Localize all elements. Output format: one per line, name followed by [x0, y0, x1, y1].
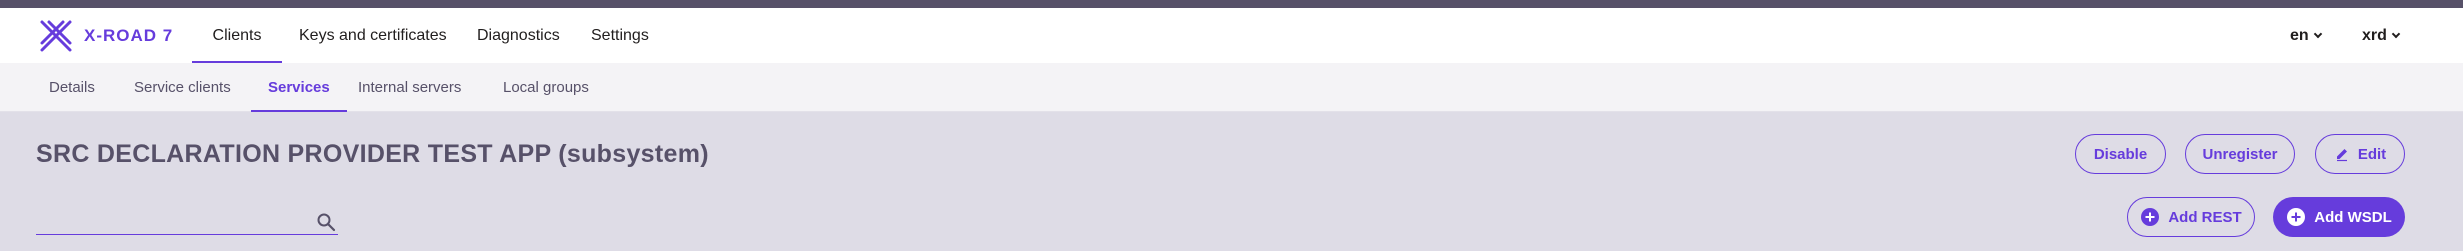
tab-settings[interactable]: Settings	[591, 8, 649, 63]
user-name: xrd	[2362, 27, 2387, 44]
search-input[interactable]	[36, 205, 306, 233]
add-rest-button-label: Add REST	[2168, 208, 2242, 226]
language-label: en	[2290, 27, 2309, 44]
chevron-down-icon	[2391, 29, 2401, 39]
subtab-services[interactable]: Services	[251, 63, 347, 112]
search-icon[interactable]	[316, 212, 336, 232]
xroad-logo[interactable]: X-ROAD 7	[38, 18, 173, 54]
language-selector[interactable]: en	[2290, 8, 2322, 63]
add-circle-icon	[2287, 208, 2306, 226]
edit-button[interactable]: Edit	[2315, 134, 2405, 174]
subtab-internal-servers[interactable]: Internal servers	[358, 63, 461, 112]
add-rest-button[interactable]: Add REST	[2127, 197, 2255, 237]
user-menu[interactable]: xrd	[2362, 8, 2401, 63]
tab-keys-and-certificates[interactable]: Keys and certificates	[299, 8, 447, 63]
tab-diagnostics[interactable]: Diagnostics	[477, 8, 560, 63]
add-wsdl-button-label: Add WSDL	[2314, 208, 2392, 226]
window-top-strip	[0, 0, 2463, 8]
tab-clients[interactable]: Clients	[192, 8, 282, 63]
service-search	[36, 205, 338, 235]
unregister-button[interactable]: Unregister	[2185, 134, 2295, 174]
pencil-icon	[2336, 149, 2347, 162]
edit-button-label: Edit	[2357, 145, 2387, 163]
top-navigation-bar: X-ROAD 7 Clients Keys and certificates D…	[0, 8, 2463, 63]
page-title: SRC DECLARATION PROVIDER TEST APP (subsy…	[36, 140, 709, 168]
add-circle-icon	[2141, 208, 2160, 226]
subtab-details[interactable]: Details	[49, 63, 95, 112]
logo-text: X-ROAD 7	[84, 26, 174, 45]
xroad-logo-icon	[40, 20, 72, 52]
disable-button[interactable]: Disable	[2075, 134, 2166, 174]
subtab-service-clients[interactable]: Service clients	[134, 63, 231, 112]
chevron-down-icon	[2313, 29, 2322, 39]
unregister-button-label: Unregister	[2202, 145, 2278, 163]
add-wsdl-button[interactable]: Add WSDL	[2273, 197, 2405, 237]
subtab-local-groups[interactable]: Local groups	[503, 63, 589, 112]
disable-button-label: Disable	[2093, 145, 2148, 163]
client-subnavigation: Details Service clients Services Interna…	[0, 63, 2463, 112]
